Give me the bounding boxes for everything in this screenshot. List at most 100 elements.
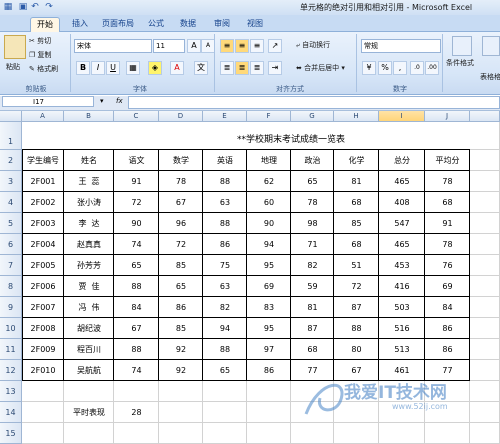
data-cell[interactable]: 85 (334, 213, 379, 234)
data-cell[interactable]: 82 (203, 297, 247, 318)
italic-button[interactable]: I (91, 61, 105, 75)
grid-cell[interactable] (470, 297, 500, 318)
data-cell[interactable]: 冯 伟 (64, 297, 114, 318)
format-table-icon[interactable] (482, 36, 500, 56)
data-cell[interactable]: 74 (114, 234, 159, 255)
data-cell[interactable]: 72 (159, 234, 203, 255)
grid-cell[interactable] (291, 423, 334, 444)
data-cell[interactable]: 94 (247, 234, 291, 255)
row-header[interactable]: 1 (0, 122, 22, 150)
grid-cell[interactable] (470, 150, 500, 171)
data-cell[interactable]: 84 (425, 297, 470, 318)
data-cell[interactable]: 86 (247, 360, 291, 381)
grid-cell[interactable] (470, 276, 500, 297)
grid-cell[interactable] (470, 318, 500, 339)
tab-data[interactable]: 数据 (174, 17, 202, 31)
data-cell[interactable]: 51 (334, 255, 379, 276)
select-all-corner[interactable] (0, 111, 22, 122)
column-header[interactable]: G (291, 111, 334, 122)
orientation-icon[interactable]: ↗ (268, 39, 282, 53)
column-heading-cell[interactable]: 数学 (159, 150, 203, 171)
data-cell[interactable]: 97 (247, 339, 291, 360)
copy-button[interactable]: ❐ 复制 (29, 50, 52, 60)
column-header[interactable]: F (247, 111, 291, 122)
data-cell[interactable]: 王 蕊 (64, 171, 114, 192)
data-cell[interactable]: 2F010 (22, 360, 64, 381)
data-cell[interactable]: 76 (425, 255, 470, 276)
align-top-icon[interactable]: ≡ (220, 39, 234, 53)
grid-cell[interactable] (379, 423, 425, 444)
data-cell[interactable]: 69 (247, 276, 291, 297)
data-cell[interactable]: 张小涛 (64, 192, 114, 213)
column-heading-cell[interactable]: 语文 (114, 150, 159, 171)
data-cell[interactable]: 84 (114, 297, 159, 318)
row-header[interactable]: 5 (0, 213, 22, 234)
data-cell[interactable]: 胡纪波 (64, 318, 114, 339)
data-cell[interactable]: 87 (334, 297, 379, 318)
grid-cell[interactable] (470, 171, 500, 192)
grid-cell[interactable] (247, 381, 291, 402)
data-cell[interactable]: 吴航航 (64, 360, 114, 381)
align-left-icon[interactable]: ≣ (220, 61, 234, 75)
data-cell[interactable]: 408 (379, 192, 425, 213)
column-heading-cell[interactable]: 平均分 (425, 150, 470, 171)
percent-button[interactable]: % (378, 61, 392, 75)
data-cell[interactable]: 88 (203, 339, 247, 360)
name-box[interactable]: I17 (2, 96, 94, 107)
data-cell[interactable]: 98 (291, 213, 334, 234)
data-cell[interactable]: 2F004 (22, 234, 64, 255)
grid-cell[interactable] (470, 122, 500, 150)
data-cell[interactable]: 2F003 (22, 213, 64, 234)
formula-input[interactable] (128, 96, 500, 109)
grid-cell[interactable] (334, 423, 379, 444)
row-header[interactable]: 15 (0, 423, 22, 444)
fill-color-icon[interactable]: ◈ (148, 61, 162, 75)
data-cell[interactable]: 2F002 (22, 192, 64, 213)
grid-cell[interactable] (114, 381, 159, 402)
grid-cell[interactable] (470, 234, 500, 255)
paste-button[interactable]: 粘贴 (6, 62, 20, 72)
data-cell[interactable]: 83 (247, 297, 291, 318)
row-header[interactable]: 14 (0, 402, 22, 423)
data-cell[interactable]: 74 (114, 360, 159, 381)
data-cell[interactable]: 63 (203, 192, 247, 213)
grid-cell[interactable] (64, 381, 114, 402)
font-name-select[interactable]: 宋体 (74, 39, 152, 53)
column-header[interactable]: I (379, 111, 425, 122)
data-cell[interactable]: 547 (379, 213, 425, 234)
wrap-text-button[interactable]: ⤶ 自动换行 (296, 40, 330, 50)
row-header[interactable]: 8 (0, 276, 22, 297)
row-header[interactable]: 9 (0, 297, 22, 318)
indent-icon[interactable]: ⇥ (268, 61, 282, 75)
data-cell[interactable]: 95 (247, 255, 291, 276)
data-cell[interactable]: 80 (334, 339, 379, 360)
grid-cell[interactable] (159, 423, 203, 444)
data-cell[interactable]: 68 (334, 192, 379, 213)
data-cell[interactable]: 86 (159, 297, 203, 318)
column-heading-cell[interactable]: 学生编号 (22, 150, 64, 171)
data-cell[interactable]: 90 (247, 213, 291, 234)
row-header[interactable]: 13 (0, 381, 22, 402)
column-heading-cell[interactable]: 姓名 (64, 150, 114, 171)
data-cell[interactable]: 94 (203, 318, 247, 339)
data-cell[interactable]: 85 (159, 318, 203, 339)
expand-icon[interactable]: ▾ (100, 97, 104, 105)
currency-icon[interactable]: ¥ (362, 61, 376, 75)
data-cell[interactable]: 72 (114, 192, 159, 213)
font-color-icon[interactable]: A (170, 61, 184, 75)
undo-icon[interactable]: ↶ (30, 2, 40, 12)
data-cell[interactable]: 赵真真 (64, 234, 114, 255)
save-icon[interactable]: ▣ (18, 2, 28, 12)
grid-cell[interactable] (22, 402, 64, 423)
grid-cell[interactable] (159, 402, 203, 423)
data-cell[interactable]: 465 (379, 171, 425, 192)
data-cell[interactable]: 李 达 (64, 213, 114, 234)
grid-cell[interactable] (470, 255, 500, 276)
data-cell[interactable]: 2F001 (22, 171, 64, 192)
tab-home[interactable]: 开始 (30, 17, 60, 32)
grid-cell[interactable] (22, 423, 64, 444)
data-cell[interactable]: 78 (291, 192, 334, 213)
merge-center-button[interactable]: ⬌ 合并后居中 ▾ (296, 63, 345, 73)
column-header[interactable]: A (22, 111, 64, 122)
data-cell[interactable]: 2F005 (22, 255, 64, 276)
